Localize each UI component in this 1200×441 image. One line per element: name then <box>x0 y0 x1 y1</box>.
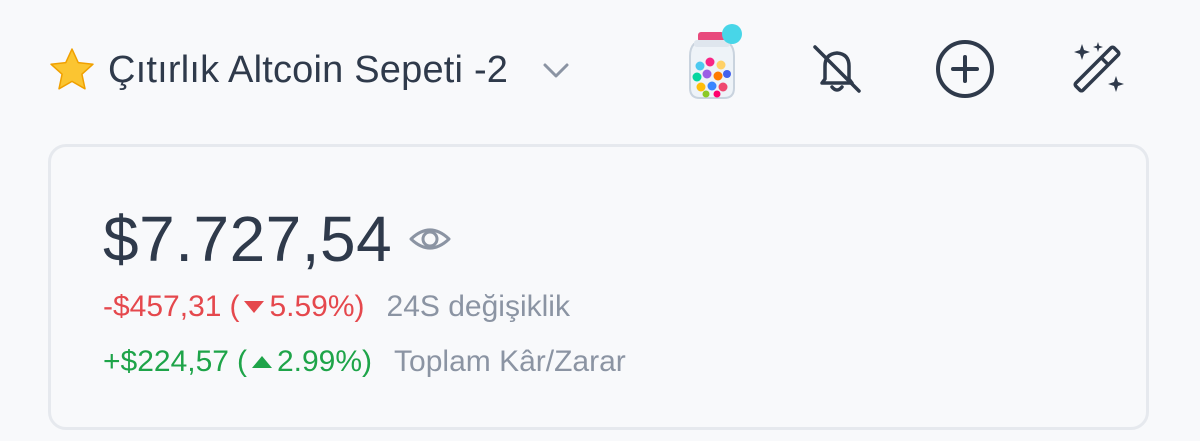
portfolio-header: Çıtırlık Altcoin Sepeti -2 <box>0 0 1200 140</box>
add-transaction-button[interactable] <box>934 38 996 100</box>
balance-card: $7.727,54 -$457,31 ( 5.59% ) 24S değişik… <box>48 144 1149 430</box>
chevron-down-icon[interactable] <box>538 52 574 88</box>
total-balance: $7.727,54 <box>103 203 393 275</box>
change-24h-row: -$457,31 ( 5.59% ) 24S değişiklik <box>103 287 570 327</box>
change-24h-label: 24S değişiklik <box>386 290 570 323</box>
change-24h-amount: -$457,31 <box>103 290 222 323</box>
total-pnl-label: Toplam Kâr/Zarar <box>394 345 626 378</box>
triangle-down-icon <box>244 301 265 313</box>
change-24h-open-paren: ( <box>229 290 240 323</box>
magic-wand-icon <box>1073 42 1124 93</box>
candy-jar-icon[interactable] <box>680 22 744 102</box>
change-24h-close-paren: ) <box>354 290 365 323</box>
eye-icon[interactable] <box>408 217 452 261</box>
star-icon[interactable] <box>48 46 96 94</box>
bell-off-icon <box>813 45 861 93</box>
add-circle-icon <box>936 40 994 98</box>
total-pnl-open-paren: ( <box>236 345 247 378</box>
portfolio-selector[interactable]: Çıtırlık Altcoin Sepeti -2 <box>48 46 574 94</box>
total-pnl-amount: +$224,57 <box>103 345 229 378</box>
portfolio-title[interactable]: Çıtırlık Altcoin Sepeti -2 <box>108 46 508 94</box>
balance-row: $7.727,54 <box>103 199 452 279</box>
alerts-button[interactable] <box>806 38 868 100</box>
ai-insights-button[interactable] <box>1066 38 1128 100</box>
total-pnl-row: +$224,57 ( 2.99% ) Toplam Kâr/Zarar <box>103 342 626 382</box>
total-pnl-percent: 2.99% <box>276 345 363 378</box>
total-pnl-close-paren: ) <box>362 345 373 378</box>
change-24h-percent: 5.59% <box>269 290 355 323</box>
triangle-up-icon <box>251 356 272 368</box>
